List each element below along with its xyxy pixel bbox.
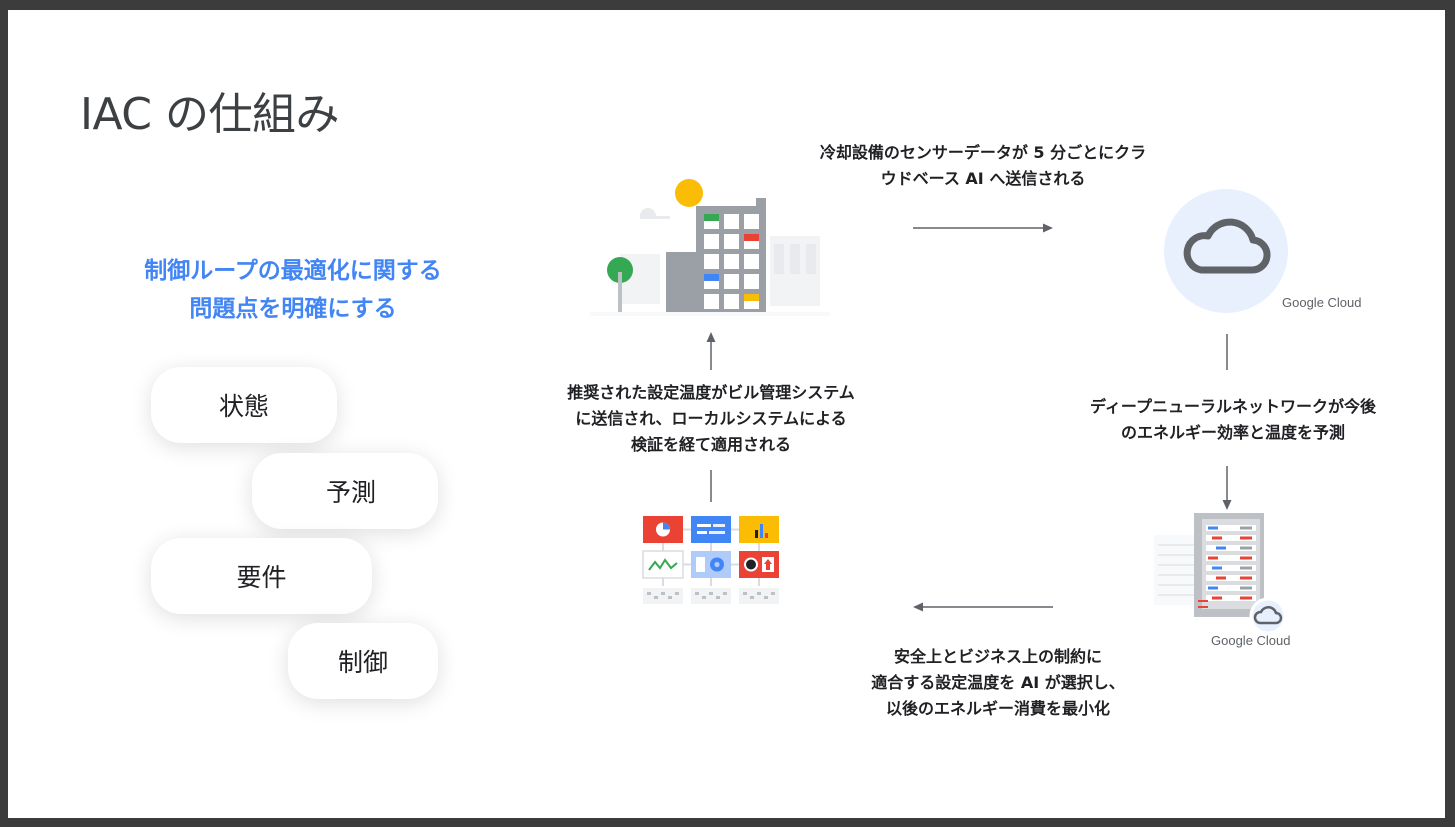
dashboard-strip-dot: [695, 592, 699, 595]
caption-line: 以後のエネルギー消費を最小化: [885, 699, 1110, 718]
step-label: 予測: [325, 478, 376, 507]
dashboard-strip-dot: [743, 592, 747, 595]
caption-dnn-predict: ディープニューラルネットワークが今後 のエネルギー効率と温度を予測: [1068, 394, 1398, 446]
dashboard-strip-dot: [764, 596, 768, 599]
dashboard-strip-dot: [750, 596, 754, 599]
caption-line: 適合する設定温度を AI が選択し、: [871, 673, 1125, 692]
step-label: 状態: [218, 392, 269, 421]
server-slot-led: [1240, 556, 1252, 560]
subtitle-line: 制御ループの最適化に関する: [144, 258, 442, 284]
dashboard-strip: [643, 588, 683, 604]
dashboard-strip: [691, 588, 731, 604]
building-window: [744, 254, 759, 269]
building-window: [704, 294, 719, 309]
arrow-to-server: [1222, 466, 1232, 510]
caption-line: 冷却設備のセンサーデータが 5 分ごとにクラ: [819, 143, 1147, 162]
server-slot-led: [1212, 596, 1222, 600]
building-window: [724, 294, 739, 309]
building-window: [724, 254, 739, 269]
building-window: [744, 274, 759, 289]
dashboard-strip-dot: [757, 592, 761, 595]
building-window: [704, 234, 719, 249]
caption-line: のエネルギー効率と温度を予測: [1120, 423, 1345, 442]
server-slot-led: [1240, 546, 1252, 550]
dashboard-strip-dot: [723, 592, 727, 595]
step-label: 要件: [236, 563, 287, 592]
building-window-accent: [704, 214, 719, 221]
google-cloud-label: Google Cloud: [1211, 633, 1291, 648]
dashboard-strip-dot: [702, 596, 706, 599]
building-window: [724, 274, 739, 289]
server-slot-led: [1240, 536, 1252, 540]
dashboard-strip-dot: [709, 592, 713, 595]
server-slot-led: [1216, 576, 1226, 580]
caption-line: 検証を経て適用される: [630, 435, 791, 454]
building-window: [724, 234, 739, 249]
building-window: [704, 254, 719, 269]
step-pill-forecast: 予測: [252, 453, 438, 529]
server-slot-led: [1240, 576, 1252, 580]
arrow-to-dashboard: [913, 602, 1053, 612]
dashboard-icon: [642, 516, 779, 604]
dashboard-strip-dot: [647, 592, 651, 595]
caption-line: に送信され、ローカルシステムによる: [575, 409, 847, 428]
server-slot-led: [1240, 526, 1252, 530]
step-pill-state: 状態: [151, 367, 337, 443]
connector-line: [1226, 334, 1228, 370]
step-label: 制御: [337, 648, 388, 677]
subtitle-line: 問題点を明確にする: [189, 296, 397, 322]
slide-title: IAC の仕組み: [80, 89, 340, 140]
server-slot-led: [1240, 586, 1252, 590]
server-slot-led: [1240, 566, 1252, 570]
step-pill-requirement: 要件: [151, 538, 372, 614]
dashboard-strip-dot: [661, 592, 665, 595]
arrow-to-building: [706, 332, 716, 370]
building-window: [724, 214, 739, 229]
server-slot-led: [1208, 556, 1218, 560]
server-slot-led: [1208, 526, 1218, 530]
caption-line: 推奨された設定温度がビル管理システム: [567, 383, 855, 402]
server-slot-led: [1212, 566, 1222, 570]
server-slot-led: [1240, 596, 1252, 600]
dashboard-strip: [739, 588, 779, 604]
caption-bms-apply: 推奨された設定温度がビル管理システム に送信され、ローカルシステムによる 検証を…: [536, 380, 886, 458]
caption-line: ウドベース AI へ送信される: [880, 169, 1086, 188]
dashboard-strip-dot: [716, 596, 720, 599]
google-cloud-label: Google Cloud: [1282, 295, 1362, 310]
caption-line: 安全上とビジネス上の制約に: [893, 647, 1102, 666]
dashboard-strip-dot: [675, 592, 679, 595]
building-window: [744, 214, 759, 229]
slide: IAC の仕組み 制御ループの最適化に関する 問題点を明確にする 状態 予測 要…: [8, 10, 1445, 818]
slide-subtitle: 制御ループの最適化に関する 問題点を明確にする: [68, 252, 518, 328]
building-window-accent: [744, 294, 759, 301]
cloud-icon: [1164, 189, 1288, 313]
dashboard-strip-dot: [771, 592, 775, 595]
dashboard-strip-dot: [668, 596, 672, 599]
server-slot-led: [1208, 586, 1218, 590]
building-window-accent: [704, 274, 719, 281]
dashboard-strip-dot: [654, 596, 658, 599]
server-slot-led: [1212, 536, 1222, 540]
connector-line: [710, 470, 712, 502]
server-slot-led: [1216, 546, 1226, 550]
building-windows: [704, 214, 759, 309]
building-icon: [590, 179, 830, 316]
server-icon: [1154, 513, 1287, 635]
building-window-accent: [744, 234, 759, 241]
step-pill-control: 制御: [288, 623, 438, 699]
caption-send-to-cloud: 冷却設備のセンサーデータが 5 分ごとにクラ ウドベース AI へ送信される: [798, 140, 1168, 192]
caption-ai-select: 安全上とビジネス上の制約に 適合する設定温度を AI が選択し、 以後のエネルギ…: [828, 644, 1168, 722]
arrow-to-cloud: [913, 223, 1053, 233]
caption-line: ディープニューラルネットワークが今後: [1090, 397, 1376, 416]
